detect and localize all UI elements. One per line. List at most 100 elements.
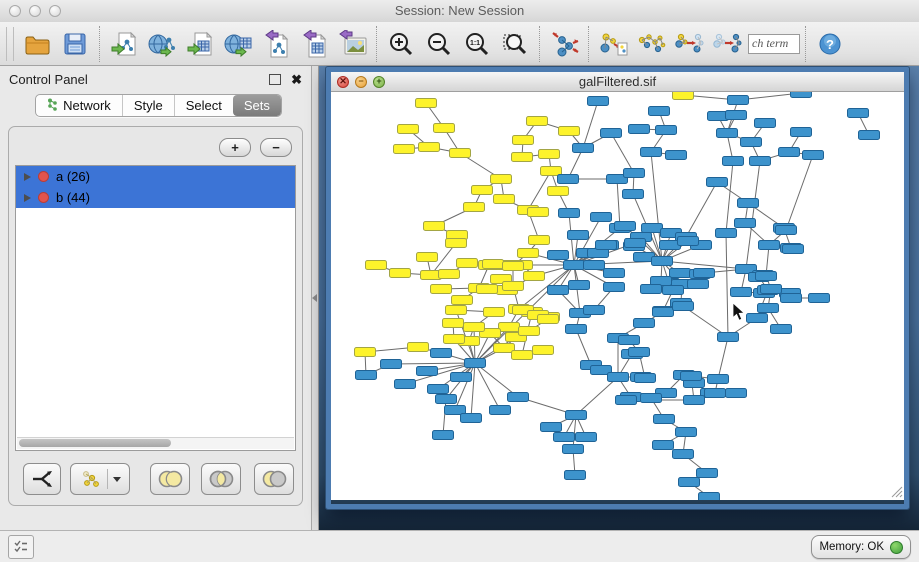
button-divider [107, 469, 108, 489]
disclosure-triangle-icon[interactable] [24, 173, 31, 181]
new-network-from-selection-button[interactable] [594, 25, 632, 63]
panel-splitter[interactable] [312, 66, 319, 530]
union-sets-button[interactable] [150, 463, 190, 495]
apply-layout-button[interactable] [545, 25, 583, 63]
import-network-file-button[interactable] [105, 25, 143, 63]
intersect-sets-button[interactable] [201, 463, 241, 495]
venn-union-icon [156, 468, 184, 490]
difference-sets-button[interactable] [254, 463, 294, 495]
export-network-button[interactable] [257, 25, 295, 63]
set-color-dot-icon [38, 192, 49, 203]
tab-style[interactable]: Style [122, 95, 174, 116]
tab-select[interactable]: Select [174, 95, 233, 116]
venn-difference-icon [260, 468, 288, 490]
network-graph[interactable] [331, 92, 904, 500]
svg-text:1:1: 1:1 [470, 40, 480, 47]
venn-intersection-icon [207, 468, 235, 490]
memory-status-label: Memory: OK [819, 541, 884, 553]
help-button[interactable]: ? [811, 25, 849, 63]
tab-network[interactable]: Network [36, 95, 122, 116]
import-table-web-button[interactable] [219, 25, 257, 63]
network-canvas[interactable] [331, 92, 904, 500]
scrollbar-thumb[interactable] [19, 439, 171, 447]
search-input[interactable] [748, 34, 800, 54]
toolbar-drag-handle[interactable] [6, 27, 14, 61]
split-arrow-icon [30, 468, 54, 490]
help-icon: ? [818, 32, 842, 56]
globe-table-icon [223, 30, 253, 58]
zoom-out-button[interactable] [420, 25, 458, 63]
save-session-button[interactable] [56, 25, 94, 63]
zoom-one-to-one-icon: 1:1 [464, 31, 490, 57]
main-toolbar: 1:1 ? [0, 22, 919, 66]
export-table-button[interactable] [295, 25, 333, 63]
close-panel-icon[interactable]: ✖ [291, 73, 302, 86]
zoom-selected-region-button[interactable] [496, 25, 534, 63]
list-item-set-a[interactable]: a (26) [16, 166, 295, 187]
sets-actions [23, 463, 294, 495]
new-network-from-selection-icon [598, 30, 628, 58]
first-neighbors-button[interactable] [632, 25, 670, 63]
horizontal-scrollbar[interactable] [17, 437, 294, 449]
export-image-icon [337, 30, 367, 58]
floppy-disk-icon [62, 31, 88, 57]
globe-network-icon [147, 30, 177, 58]
toolbar-separator [539, 26, 540, 62]
show-all-button[interactable] [708, 25, 746, 63]
memory-status-button[interactable]: Memory: OK [811, 535, 911, 559]
task-list-icon [13, 539, 29, 556]
import-network-file-icon [110, 30, 138, 58]
zoom-actual-size-button[interactable]: 1:1 [458, 25, 496, 63]
window-title: Session: New Session [0, 3, 919, 18]
layout-icon [549, 30, 579, 58]
toolbar-separator [376, 26, 377, 62]
sets-panel: + − a (26) b (44) [8, 126, 303, 506]
zoom-out-icon [426, 31, 452, 57]
zoom-selected-icon [502, 31, 528, 57]
toolbar-separator [99, 26, 100, 62]
hide-selected-button[interactable] [670, 25, 708, 63]
export-network-icon [262, 30, 290, 58]
control-panel-tabbar: Network Style Select Sets [16, 94, 301, 117]
network-tab-icon [47, 98, 58, 114]
zoom-in-button[interactable] [382, 25, 420, 63]
import-table-file-button[interactable] [181, 25, 219, 63]
set-color-dot-icon [38, 171, 49, 182]
show-all-icon [712, 30, 742, 58]
hide-selected-icon [674, 30, 704, 58]
zoom-in-icon [388, 31, 414, 57]
status-bar: Memory: OK [0, 530, 919, 562]
memory-ok-indicator-icon [890, 541, 903, 554]
control-panel: Control Panel ✖ Network Style Select Set… [0, 66, 312, 530]
float-panel-icon[interactable] [269, 74, 281, 85]
main-area: Control Panel ✖ Network Style Select Set… [0, 66, 919, 530]
list-item-set-b[interactable]: b (44) [16, 187, 295, 208]
control-panel-header: Control Panel ✖ [0, 66, 311, 92]
network-desktop: ✕ − + galFiltered.sif [319, 66, 919, 530]
add-set-button[interactable]: + [219, 138, 251, 157]
toolbar-separator [588, 26, 589, 62]
network-window-titlebar[interactable]: ✕ − + galFiltered.sif [331, 72, 904, 92]
split-set-button[interactable] [23, 463, 61, 495]
export-image-button[interactable] [333, 25, 371, 63]
control-panel-title: Control Panel [9, 72, 88, 87]
network-view-window[interactable]: ✕ − + galFiltered.sif [326, 67, 909, 509]
first-neighbors-icon [636, 30, 666, 58]
open-session-button[interactable] [18, 25, 56, 63]
folder-icon [23, 31, 51, 57]
export-table-icon [300, 30, 328, 58]
network-window-title: galFiltered.sif [331, 74, 904, 89]
sets-list: a (26) b (44) [15, 165, 296, 451]
remove-set-button[interactable]: − [260, 138, 292, 157]
toolbar-separator [805, 26, 806, 62]
search-field-wrap [748, 34, 800, 54]
import-table-file-icon [186, 30, 214, 58]
disclosure-triangle-icon[interactable] [24, 194, 31, 202]
yellow-network-icon [80, 469, 102, 489]
create-set-from-network-button[interactable] [70, 463, 130, 495]
import-network-web-button[interactable] [143, 25, 181, 63]
task-history-button[interactable] [8, 535, 34, 559]
dropdown-caret-icon[interactable] [113, 477, 121, 482]
collapse-panel-arrow-icon[interactable] [312, 294, 317, 302]
tab-sets[interactable]: Sets [233, 95, 281, 116]
